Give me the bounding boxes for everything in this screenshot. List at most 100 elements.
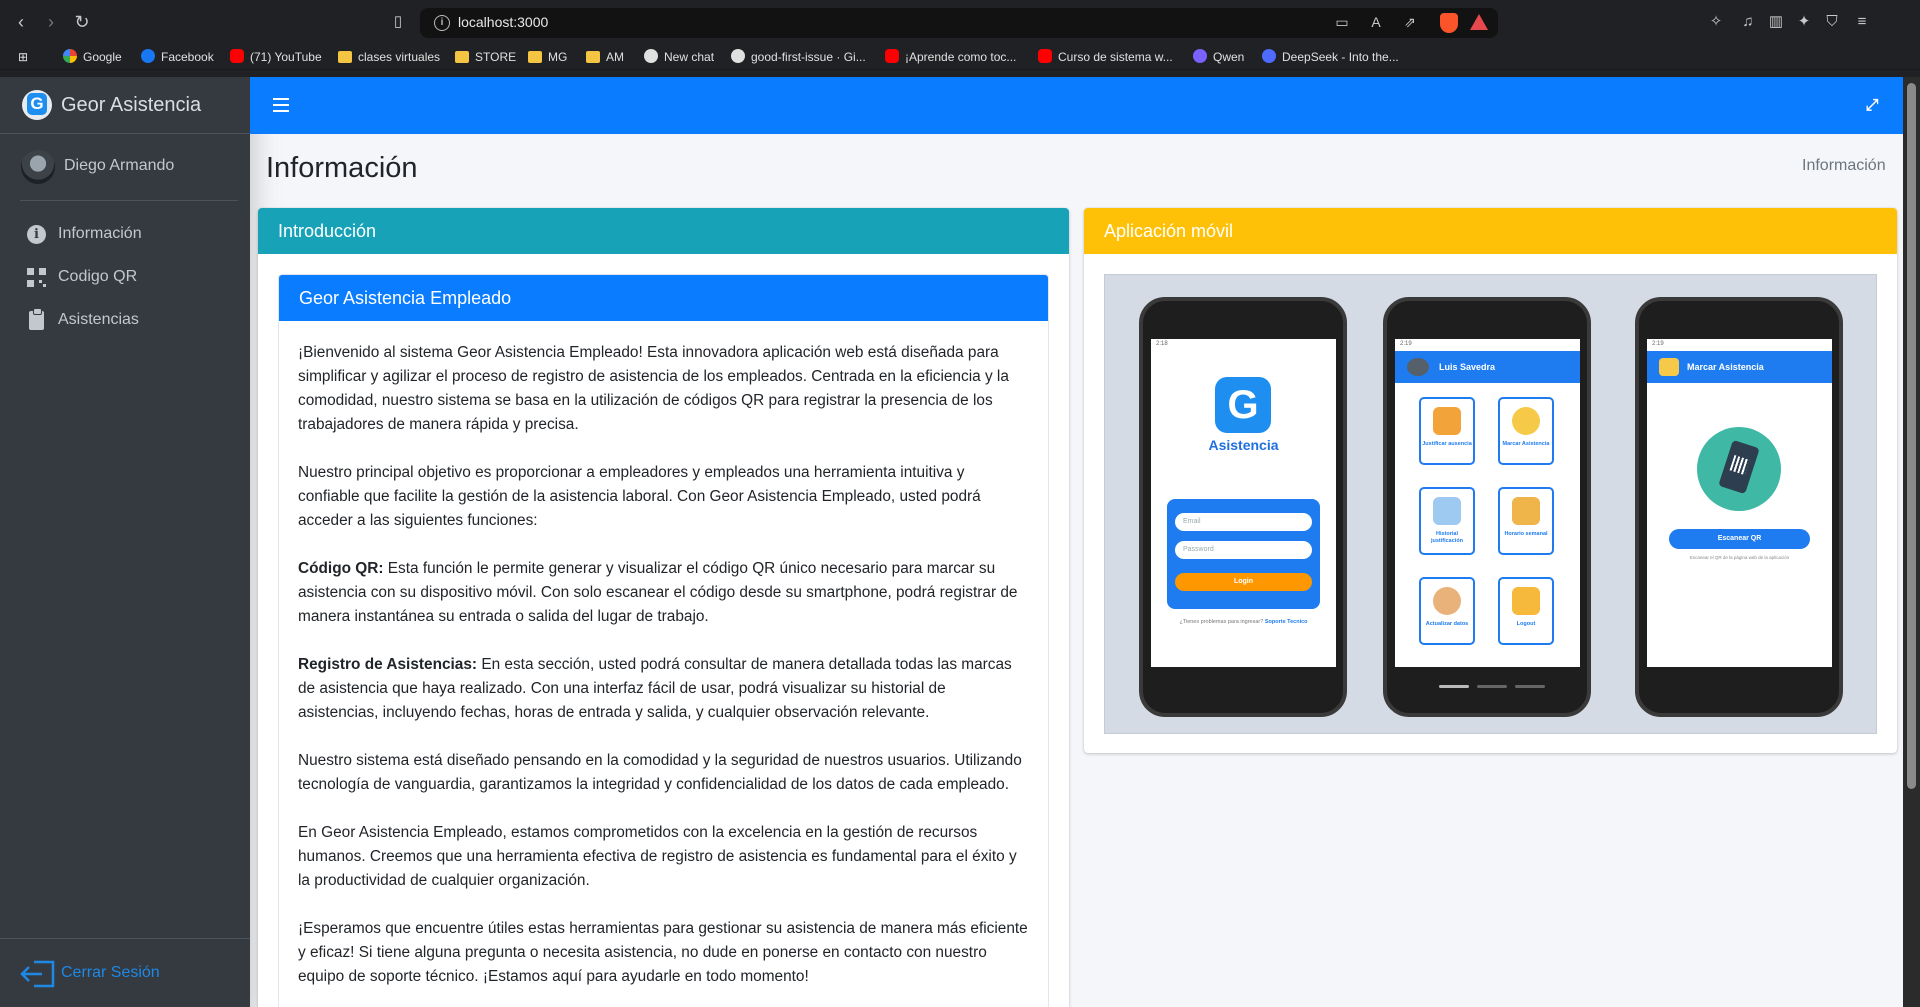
tile-horario: Horario semanal: [1498, 487, 1554, 555]
hamburger-menu-icon[interactable]: [273, 98, 289, 112]
page-scrollbar[interactable]: [1903, 77, 1920, 1007]
stopwatch-icon: [1512, 407, 1540, 435]
scan-note: Escanear el QR de la página web de la ap…: [1689, 555, 1790, 560]
fullscreen-icon[interactable]: ⤢: [1864, 98, 1880, 114]
bookmark-youtube[interactable]: (71) YouTube: [230, 48, 322, 66]
tile-marcar: Marcar Asistencia: [1498, 397, 1554, 465]
intro-paragraph: ¡Esperamos que encuentre útiles estas he…: [298, 920, 1028, 985]
bookmark-github[interactable]: good-first-issue · Gi...: [731, 48, 866, 66]
feature-qr-title: Código QR:: [298, 560, 384, 577]
folder-icon: [586, 51, 600, 63]
sidebar-footer: Cerrar Sesión: [0, 938, 250, 1007]
feature-asistencias-title: Registro de Asistencias:: [298, 656, 478, 673]
tile-historial: Historial justificación: [1419, 487, 1475, 555]
address-bar[interactable]: i localhost:3000 ▭ A ⇗: [420, 8, 1498, 38]
clipboard-icon: [27, 308, 47, 331]
brave-shields-icon[interactable]: [1440, 13, 1458, 33]
support-link: Soporte Tecnico: [1264, 619, 1308, 625]
bookmark-facebook[interactable]: Facebook: [141, 48, 214, 66]
forward-icon[interactable]: ›: [40, 11, 62, 33]
bookmark-icon[interactable]: ▯: [388, 12, 408, 32]
status-time: 2:19: [1400, 341, 1412, 347]
bookmark-am[interactable]: AM: [586, 48, 624, 66]
sidebar-item-asistencias[interactable]: Asistencias: [20, 300, 238, 340]
email-field: Email: [1175, 513, 1312, 531]
chat-icon: [644, 49, 658, 63]
bookmark-curso[interactable]: Curso de sistema w...: [1038, 48, 1173, 66]
mobile-app-screenshot: 2:18 G Asistencia Email Password Login ¿…: [1104, 274, 1877, 734]
bookmark-clases-virtuales[interactable]: clases virtuales: [338, 48, 440, 66]
media-icon[interactable]: ♫: [1738, 12, 1758, 32]
extensions-icon[interactable]: ✧: [1706, 12, 1726, 32]
breadcrumb: Información: [1802, 157, 1886, 174]
bookmark-store[interactable]: STORE: [455, 48, 516, 66]
phone-appbar: Marcar Asistencia: [1647, 351, 1832, 383]
vpn-icon[interactable]: ⛉: [1822, 12, 1842, 32]
logout-link[interactable]: Cerrar Sesión: [61, 964, 160, 982]
folder-icon: [455, 51, 469, 63]
back-icon[interactable]: ‹: [10, 11, 32, 33]
bookmark-qwen[interactable]: Qwen: [1193, 48, 1244, 66]
password-field: Password: [1175, 541, 1312, 559]
phone-screen-title: Marcar Asistencia: [1687, 362, 1764, 372]
sidebar-item-label: Información: [58, 225, 142, 242]
facebook-icon: [141, 49, 155, 63]
user-panel[interactable]: Diego Armando: [20, 134, 238, 201]
logout-icon[interactable]: [20, 960, 56, 988]
bookmark-deepseek[interactable]: DeepSeek - Into the...: [1262, 48, 1399, 66]
phone-screen: 2:19 Luis Savedra Justificar ausencia Ma…: [1395, 339, 1580, 667]
phone-login: 2:18 G Asistencia Email Password Login ¿…: [1139, 297, 1347, 717]
home-indicator: [1439, 685, 1469, 688]
intro-paragraph: Nuestro sistema está diseñado pensando e…: [298, 752, 1022, 793]
app-logo: G: [1215, 377, 1271, 433]
bookmarks-bar: ⊞ Google Facebook (71) YouTube clases vi…: [0, 44, 1920, 70]
phone-screen: 2:18 G Asistencia Email Password Login ¿…: [1151, 339, 1336, 667]
employee-card-body: ¡Bienvenido al sistema Geor Asistencia E…: [298, 341, 1028, 1007]
sidebar-item-codigo-qr[interactable]: Codigo QR: [20, 257, 238, 297]
translate-icon[interactable]: A: [1366, 14, 1386, 30]
gavel-icon: [1433, 407, 1461, 435]
user-update-icon: [1433, 587, 1461, 615]
page-title: Información: [266, 152, 418, 184]
status-time: 2:18: [1156, 341, 1168, 347]
google-icon: [63, 49, 77, 63]
qrcode-icon: [27, 268, 47, 288]
phone-dashboard: 2:19 Luis Savedra Justificar ausencia Ma…: [1383, 297, 1591, 717]
user-name[interactable]: Diego Armando: [64, 157, 174, 175]
bookmark-new-chat[interactable]: New chat: [644, 48, 714, 66]
app-viewport: Geor Asistencia Diego Armando i Informac…: [0, 77, 1903, 1007]
sidebar-item-informacion[interactable]: i Información: [20, 214, 238, 254]
intro-card-header: Introducción: [258, 208, 1069, 254]
scrollbar-thumb[interactable]: [1907, 83, 1916, 789]
sidebar-toggle-icon[interactable]: ▥: [1766, 12, 1786, 32]
sidebar-item-label: Asistencias: [58, 311, 139, 328]
leo-ai-icon[interactable]: ✦: [1794, 12, 1814, 32]
stopwatch-icon: [1659, 358, 1679, 376]
youtube-icon: [1038, 49, 1052, 63]
brand-link[interactable]: Geor Asistencia: [0, 77, 250, 134]
feature-asistencias: Registro de Asistencias: En esta sección…: [298, 653, 1028, 725]
reload-icon[interactable]: ↻: [71, 11, 93, 33]
brave-rewards-icon[interactable]: [1470, 14, 1488, 30]
support-text: ¿Tienes problemas para ingresar? Soporte…: [1179, 619, 1308, 625]
intro-paragraph: En Geor Asistencia Empleado, estamos com…: [298, 824, 1017, 889]
tile-logout: Logout: [1498, 577, 1554, 645]
info-circle-icon: i: [27, 225, 47, 245]
menu-icon[interactable]: ≡: [1852, 12, 1872, 32]
phone-scan: 2:19 Marcar Asistencia Escanear QR Escan…: [1635, 297, 1843, 717]
bookmark-mg[interactable]: MG: [528, 48, 567, 66]
home-indicator: [1477, 685, 1507, 688]
bookmark-aprende[interactable]: ¡Aprende como toc...: [885, 48, 1016, 66]
github-icon: [731, 49, 745, 63]
apps-grid-icon[interactable]: ⊞: [18, 48, 34, 66]
url-text[interactable]: localhost:3000: [458, 14, 548, 30]
site-info-icon[interactable]: i: [434, 15, 450, 31]
scan-qr-button: Escanear QR: [1669, 529, 1810, 549]
folder-icon: [528, 51, 542, 63]
feature-qr: Código QR: Esta función le permite gener…: [298, 557, 1028, 629]
sidebar-item-label: Codigo QR: [58, 268, 138, 285]
status-time: 2:19: [1652, 341, 1664, 347]
share-icon[interactable]: ⇗: [1400, 14, 1420, 31]
bookmark-google[interactable]: Google: [63, 48, 122, 66]
install-app-icon[interactable]: ▭: [1332, 14, 1352, 31]
